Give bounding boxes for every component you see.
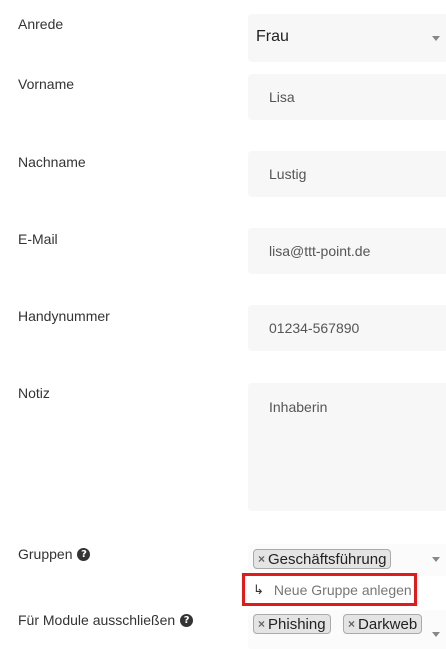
module-tag-label: Darkweb (358, 615, 418, 633)
email-input[interactable]: lisa@ttt-point.de (248, 228, 446, 274)
module-tag-label: Phishing (268, 615, 326, 633)
module-tag-phishing: × Phishing (253, 614, 331, 634)
last-name-value: Lustig (269, 166, 307, 182)
exclude-modules-caret-icon[interactable] (432, 632, 440, 637)
remove-tag-icon[interactable]: × (258, 617, 265, 631)
email-label: E-Mail (18, 231, 58, 247)
note-textarea[interactable]: Inhaberin (248, 383, 446, 511)
mobile-input[interactable]: 01234-567890 (248, 305, 446, 351)
last-name-label: Nachname (18, 154, 86, 170)
salutation-select[interactable]: Frau (248, 14, 446, 62)
exclude-modules-label-text: Für Module ausschließen (18, 612, 176, 628)
remove-tag-icon[interactable]: × (348, 617, 355, 631)
module-tag-darkweb: × Darkweb (343, 614, 423, 634)
groups-label: Gruppen ? (18, 546, 91, 562)
new-group-label: Neue Gruppe anlegen (273, 581, 412, 598)
question-circle-icon[interactable]: ? (77, 547, 91, 561)
first-name-value: Lisa (269, 89, 295, 105)
note-value: Inhaberin (269, 399, 328, 415)
remove-tag-icon[interactable]: × (258, 552, 265, 566)
exclude-modules-label: Für Module ausschließen ? (18, 612, 194, 628)
mobile-value: 01234-567890 (269, 320, 360, 336)
last-name-input[interactable]: Lustig (248, 151, 446, 197)
note-label: Notiz (18, 385, 50, 401)
groups-caret-icon[interactable] (432, 557, 440, 562)
salutation-caret-icon[interactable] (432, 36, 440, 41)
group-tag-geschaeftsfuehrung: × Geschäftsführung (253, 549, 392, 569)
question-circle-icon[interactable]: ? (180, 613, 194, 627)
new-group-link[interactable]: ↳ Neue Gruppe anlegen (242, 573, 417, 606)
group-tag-label: Geschäftsführung (268, 550, 387, 568)
first-name-label: Vorname (18, 76, 75, 92)
salutation-value: Frau (256, 28, 289, 45)
arrow-return-icon: ↳ (253, 581, 264, 597)
email-value: lisa@ttt-point.de (269, 243, 371, 259)
first-name-input[interactable]: Lisa (248, 74, 446, 120)
mobile-label: Handynummer (18, 308, 110, 324)
groups-label-text: Gruppen (18, 546, 73, 562)
salutation-label: Anrede (18, 16, 64, 32)
